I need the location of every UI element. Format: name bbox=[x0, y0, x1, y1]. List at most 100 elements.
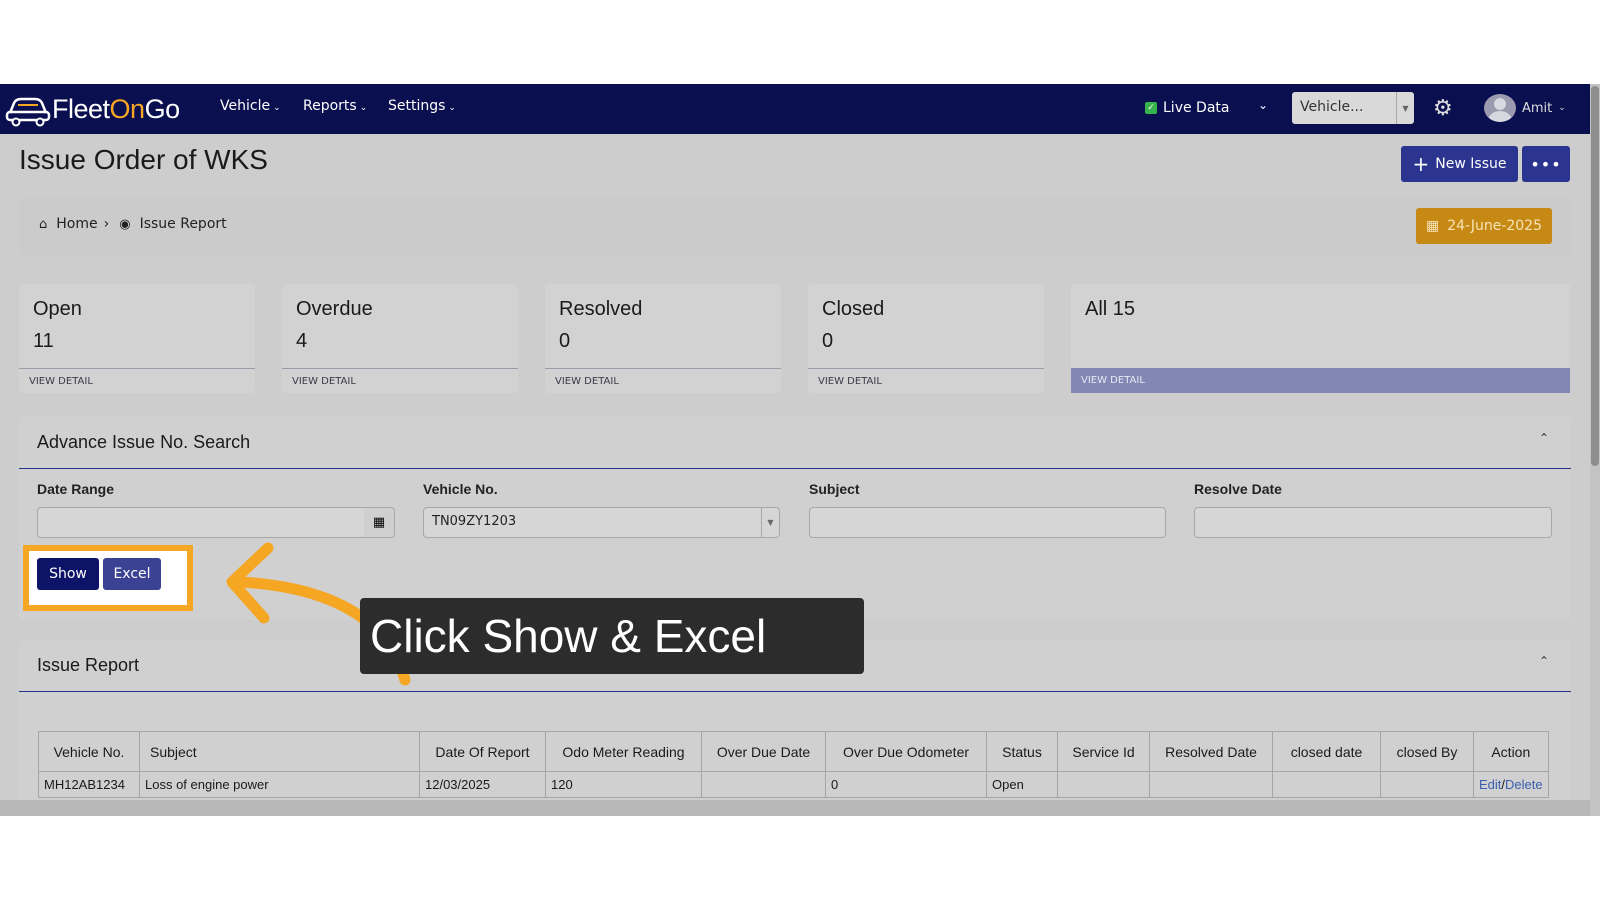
vertical-scrollbar-thumb[interactable] bbox=[1591, 86, 1599, 466]
show-button[interactable]: Show bbox=[37, 558, 99, 590]
chevron-down-icon: ⌄ bbox=[448, 103, 456, 113]
resolve-date-input[interactable] bbox=[1194, 507, 1552, 538]
date-button[interactable]: ▦ 24-June-2025 bbox=[1416, 208, 1552, 244]
table-row: MH12AB1234 Loss of engine power 12/03/20… bbox=[38, 771, 1549, 798]
plus-icon: + bbox=[1412, 152, 1430, 176]
live-data-toggle[interactable]: ✓ Live Data bbox=[1145, 100, 1229, 116]
stat-title: All 15 bbox=[1085, 298, 1136, 320]
vehicle-no-label: Vehicle No. bbox=[423, 481, 498, 497]
car-logo-icon bbox=[5, 97, 51, 127]
column-header[interactable]: Resolved Date bbox=[1149, 731, 1273, 772]
panel-title: Advance Issue No. Search bbox=[37, 432, 251, 452]
nav-reports[interactable]: Reports ⌄ bbox=[303, 98, 367, 114]
breadcrumb-separator: › bbox=[103, 216, 110, 232]
vehicle-no-select[interactable]: TN09ZY1203 ▼ bbox=[423, 507, 780, 538]
dashboard-icon: ◉ bbox=[119, 216, 131, 232]
cell-over-due-date bbox=[701, 771, 826, 798]
cell-service-id bbox=[1057, 771, 1150, 798]
brand-part-on: On bbox=[109, 93, 146, 124]
cell-vehicle-no: MH12AB1234 bbox=[38, 771, 140, 798]
chevron-down-icon[interactable]: ⌄ bbox=[1258, 98, 1268, 112]
cell-action: Edit/Delete bbox=[1473, 771, 1549, 798]
chevron-down-icon: ⌄ bbox=[273, 103, 281, 113]
column-header[interactable]: closed date bbox=[1272, 731, 1381, 772]
column-header[interactable]: Over Due Odometer bbox=[825, 731, 987, 772]
view-detail-link[interactable]: VIEW DETAIL bbox=[808, 368, 1044, 393]
cell-closed-date bbox=[1272, 771, 1381, 798]
chevron-down-icon: ⌄ bbox=[1558, 103, 1566, 113]
column-header[interactable]: Date Of Report bbox=[419, 731, 546, 772]
stat-card-resolved[interactable]: Resolved 0 VIEW DETAIL bbox=[545, 284, 781, 393]
nav-settings[interactable]: Settings ⌄ bbox=[388, 98, 456, 114]
vehicle-select[interactable]: Vehicle... ▼ bbox=[1292, 92, 1414, 124]
chevron-down-icon: ▼ bbox=[761, 508, 779, 537]
user-menu[interactable]: Amit ⌄ bbox=[1484, 94, 1566, 122]
breadcrumb-bar: ⌂ Home › ◉ Issue Report ▦ 24-June-2025 bbox=[19, 196, 1571, 256]
navbar: FleetOnGo Vehicle ⌄ Reports ⌄ Settings ⌄ ✓ … bbox=[0, 84, 1590, 134]
subject-input[interactable] bbox=[809, 507, 1166, 538]
column-header[interactable]: Service Id bbox=[1057, 731, 1150, 772]
view-detail-link[interactable]: VIEW DETAIL bbox=[545, 368, 781, 393]
stat-card-closed[interactable]: Closed 0 VIEW DETAIL bbox=[808, 284, 1044, 393]
stat-count: 4 bbox=[296, 330, 308, 352]
nav-vehicle[interactable]: Vehicle ⌄ bbox=[220, 98, 281, 114]
app-window: FleetOnGo Vehicle ⌄ Reports ⌄ Settings ⌄ ✓ … bbox=[0, 84, 1600, 816]
delete-link[interactable]: Delete bbox=[1505, 777, 1543, 792]
calendar-icon: ▦ bbox=[1425, 218, 1440, 234]
column-header[interactable]: Over Due Date bbox=[701, 731, 826, 772]
panel-header[interactable]: Advance Issue No. Search ⌃ bbox=[19, 417, 1571, 469]
nav-vehicle-label: Vehicle bbox=[220, 98, 271, 114]
brand-part-fleet: Fleet bbox=[52, 93, 110, 124]
brand-part-go: Go bbox=[144, 93, 181, 124]
stat-title: Closed bbox=[822, 298, 885, 320]
caret-up-icon[interactable]: ⌃ bbox=[1539, 654, 1549, 668]
edit-link[interactable]: Edit bbox=[1479, 777, 1501, 792]
cell-resolved-date bbox=[1149, 771, 1273, 798]
stat-count: 0 bbox=[559, 330, 571, 352]
date-label: 24-June-2025 bbox=[1447, 218, 1543, 234]
column-header[interactable]: Odo Meter Reading bbox=[545, 731, 702, 772]
new-issue-button[interactable]: + New Issue bbox=[1401, 146, 1518, 182]
stat-title: Overdue bbox=[296, 298, 373, 320]
page-title: Issue Order of WKS bbox=[19, 144, 268, 175]
nav-settings-label: Settings bbox=[388, 98, 446, 114]
caret-up-icon[interactable]: ⌃ bbox=[1539, 431, 1549, 445]
avatar-icon bbox=[1484, 94, 1516, 122]
view-detail-link[interactable]: VIEW DETAIL bbox=[1071, 368, 1570, 393]
cell-status: Open bbox=[986, 771, 1058, 798]
tutorial-callout: Click Show & Excel bbox=[360, 598, 864, 674]
vehicle-no-value: TN09ZY1203 bbox=[432, 514, 517, 529]
date-range-label: Date Range bbox=[37, 481, 115, 497]
user-name: Amit bbox=[1522, 100, 1553, 116]
column-header[interactable]: Action bbox=[1473, 731, 1549, 772]
stat-count: 0 bbox=[822, 330, 834, 352]
horizontal-scrollbar[interactable] bbox=[0, 800, 1590, 816]
chevron-down-icon: ▼ bbox=[1396, 92, 1414, 124]
view-detail-link[interactable]: VIEW DETAIL bbox=[19, 368, 255, 393]
vehicle-select-value: Vehicle... bbox=[1300, 99, 1364, 115]
column-header[interactable]: Status bbox=[986, 731, 1058, 772]
more-options-button[interactable]: ••• bbox=[1522, 146, 1570, 182]
date-range-input[interactable] bbox=[37, 507, 365, 538]
gear-icon[interactable]: ⚙ bbox=[1433, 96, 1453, 121]
stat-card-open[interactable]: Open 11 VIEW DETAIL bbox=[19, 284, 255, 393]
stat-title: Open bbox=[33, 298, 82, 320]
stat-card-overdue[interactable]: Overdue 4 VIEW DETAIL bbox=[282, 284, 518, 393]
new-issue-label: New Issue bbox=[1435, 156, 1507, 172]
live-data-label: Live Data bbox=[1163, 100, 1230, 116]
cell-over-due-odometer: 0 bbox=[825, 771, 987, 798]
calendar-icon[interactable]: ▦ bbox=[364, 507, 395, 538]
excel-button[interactable]: Excel bbox=[103, 558, 161, 590]
stat-card-all[interactable]: All 15 VIEW DETAIL bbox=[1071, 284, 1570, 393]
column-header[interactable]: closed By bbox=[1380, 731, 1474, 772]
table-header-row: Vehicle No. Subject Date Of Report Odo M… bbox=[38, 731, 1549, 772]
breadcrumb-home[interactable]: Home bbox=[56, 216, 97, 232]
subject-label: Subject bbox=[809, 481, 860, 497]
column-header[interactable]: Vehicle No. bbox=[38, 731, 140, 772]
checkbox-icon: ✓ bbox=[1145, 102, 1157, 114]
nav-reports-label: Reports bbox=[303, 98, 357, 114]
logo[interactable]: FleetOnGo bbox=[4, 90, 180, 128]
brand-name: FleetOnGo bbox=[52, 94, 180, 125]
column-header[interactable]: Subject bbox=[139, 731, 420, 772]
view-detail-link[interactable]: VIEW DETAIL bbox=[282, 368, 518, 393]
